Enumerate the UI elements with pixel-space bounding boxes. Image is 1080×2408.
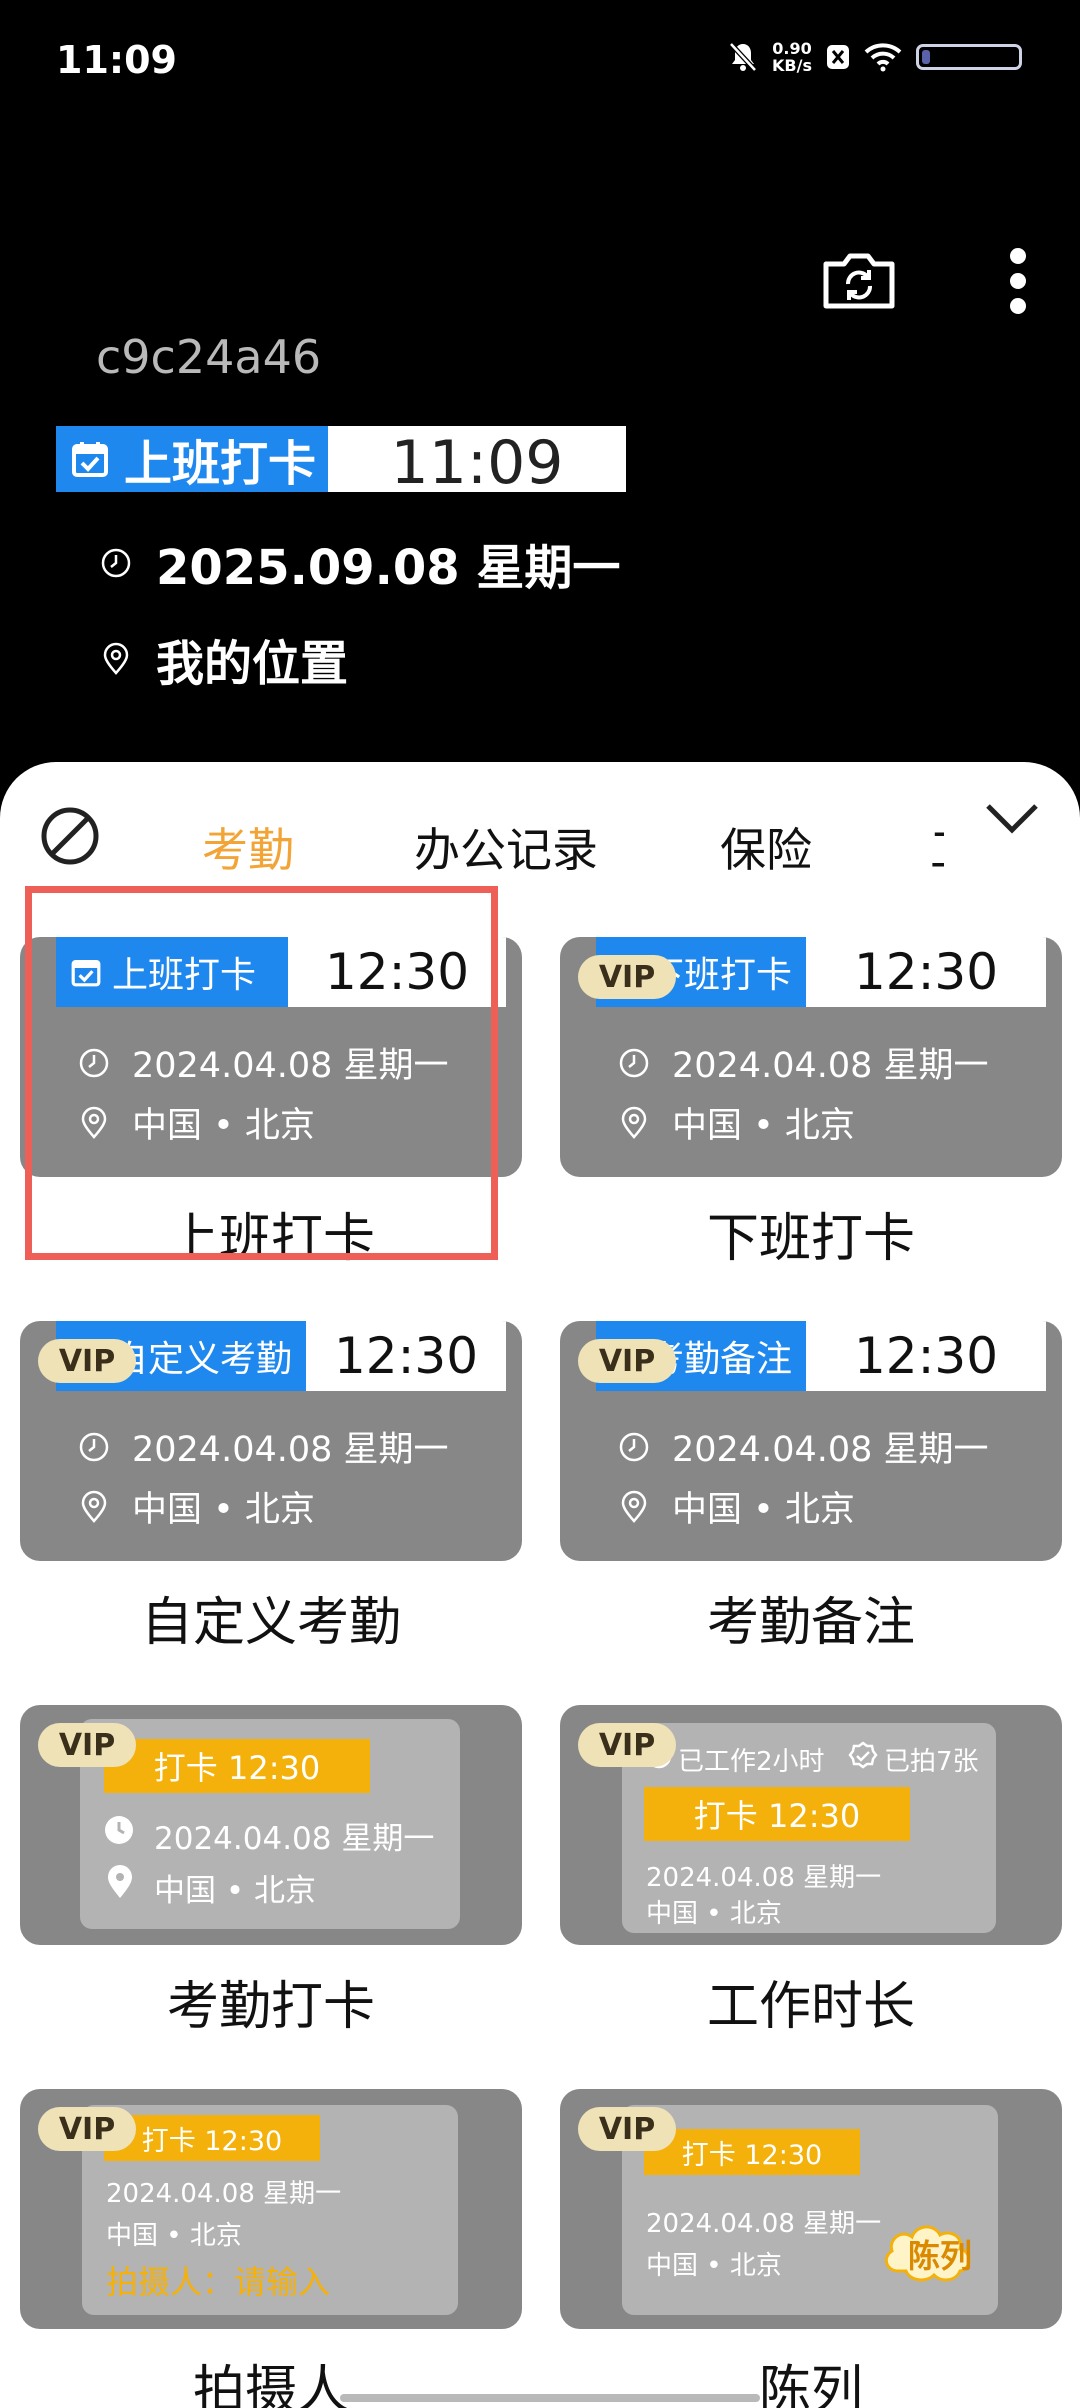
template-card-photographer[interactable]: VIP 打卡 12:30 2024.04.08 星期一 中国 • 北京 拍摄人：… [20,2089,522,2329]
watermark-date-row: 2025.09.08 星期一 [100,528,620,598]
chevron-down-icon[interactable] [984,798,1040,838]
vip-badge: VIP [578,1723,676,1767]
punch-bar: 打卡 12:30 [104,1739,370,1793]
template-caption-attendance-note: 考勤备注 [706,1593,915,1653]
status-time: 11:09 [56,38,177,82]
watermark-time: 11:09 [390,428,564,498]
clock-icon [101,548,131,578]
template-caption-custom-attendance: 自定义考勤 [140,1593,401,1653]
speed-value: 0.90 [772,39,812,58]
template-card-display[interactable]: VIP 打卡 12:30 2024.04.08 星期一 中国 • 北京 陈列 [560,2089,1062,2329]
photo-count: 已拍7张 [884,1747,979,1777]
clock-icon [619,1048,649,1077]
card-location-row: 中国 • 北京 [618,1097,855,1148]
punch-bar: 打卡 12:30 [644,1787,910,1841]
card-location: 中国 • 北京 [646,1899,782,1929]
tab-work[interactable]: 工 [930,814,944,880]
location-pin-icon [108,1865,132,1898]
network-speed: 0.90 KB/s [772,40,812,74]
location-pin-icon [103,642,129,675]
watermark-date: 2025.09.08 星期一 [156,540,621,596]
camera-top-actions [820,248,1028,314]
card-location: 中国 • 北京 [672,1106,855,1146]
card-location: 中国 • 北京 [106,2221,242,2251]
wifi-icon [864,43,902,72]
card-date: 2024.04.08 星期一 [646,1863,882,1893]
vip-badge: VIP [578,1339,676,1383]
card-date-row: 2024.04.08 星期一 [618,1037,989,1088]
template-card-custom-attendance[interactable]: VIP 自定义考勤 12:30 2024.04.08 星期一 中国 • 北京 [20,1321,522,1561]
bell-muted-icon [729,42,757,72]
tab-insurance[interactable]: 保险 [720,814,812,880]
card-date: 2024.04.08 星期一 [672,1046,989,1086]
card-date-row: 2024.04.08 星期一 [78,1421,449,1472]
tab-office-records[interactable]: 办公记录 [414,814,598,880]
template-card-attendance-note[interactable]: VIP 考勤备注 12:30 2024.04.08 星期一 中国 • 北京 [560,1321,1062,1561]
watermark-location-row: 我的位置 [100,624,348,694]
card-time: 12:30 [853,943,999,1001]
clock-icon [105,1816,133,1844]
card-date: 2024.04.08 星期一 [672,1430,989,1470]
card-date-row: 2024.04.08 星期一 [618,1421,989,1472]
worked-hours: 已工作2小时 [678,1747,825,1777]
location-pin-icon [621,1490,647,1523]
template-card-attendance-punch[interactable]: VIP 打卡 12:30 2024.04.08 星期一 中国 • 北京 [20,1705,522,1945]
clock-icon [619,1432,649,1461]
clock-icon [79,1432,109,1461]
calendar-check-icon [72,442,108,477]
card-location: 中国 • 北京 [132,1490,315,1530]
vip-badge: VIP [38,1723,136,1767]
card-time: 12:30 [333,1327,479,1385]
verified-badge-icon [848,1741,878,1769]
template-card-work-duration[interactable]: VIP 已工作2小时 已拍7张 打卡 12:30 2024.04.08 星期一 … [560,1705,1062,1945]
template-card-clock-out[interactable]: VIP 下班打卡 12:30 2024.04.08 星期一 中国 • 北京 [560,937,1062,1177]
location-pin-icon [621,1106,647,1139]
template-caption-clock-out: 下班打卡 [706,1209,915,1269]
card-date: 2024.04.08 星期一 [154,1821,435,1857]
more-menu-icon[interactable] [1008,248,1028,314]
selected-template-highlight [25,886,498,1260]
x-app-icon [827,45,849,69]
template-caption-attendance-punch: 考勤打卡 [166,1977,375,2037]
no-watermark-icon[interactable] [40,806,100,866]
camera-switch-icon[interactable] [820,250,898,312]
display-badge: 陈列 [908,2237,973,2275]
location-pin-icon [81,1490,107,1523]
device-id: c9c24a46 [96,330,322,384]
template-caption-work-duration: 工作时长 [706,1977,915,2037]
speed-unit: KB/s [772,56,812,75]
card-date: 2024.04.08 星期一 [132,1430,449,1470]
card-location-row: 中国 • 北京 [78,1481,315,1532]
card-time: 12:30 [853,1327,999,1385]
photographer-field: 拍摄人：请输入 [106,2263,331,2301]
battery-icon [916,44,1022,70]
status-icons: 0.90 KB/s [728,40,1022,74]
card-date: 2024.04.08 星期一 [646,2209,882,2239]
watermark-tag: 上班打卡 [56,426,328,492]
live-watermark-header[interactable]: 上班打卡 11:09 [56,426,626,498]
card-date: 2024.04.08 星期一 [106,2179,342,2209]
vip-badge: VIP [578,2107,676,2151]
tab-attendance[interactable]: 考勤 [202,814,294,880]
vip-badge: VIP [578,955,676,999]
card-location: 中国 • 北京 [154,1873,316,1909]
status-bar: 11:09 0.90 KB/s [0,0,1080,120]
card-location-row: 中国 • 北京 [618,1481,855,1532]
watermark-tag-label: 上班打卡 [124,436,317,492]
watermark-location: 我的位置 [156,636,349,692]
card-location: 中国 • 北京 [646,2251,782,2281]
card-location: 中国 • 北京 [672,1490,855,1530]
home-indicator[interactable] [340,2394,760,2402]
punch-bar: 打卡 12:30 [104,2115,320,2161]
card-tag-label: 自定义考勤 [111,1339,292,1380]
vip-badge: VIP [38,1339,136,1383]
punch-bar: 打卡 12:30 [644,2129,860,2175]
vip-badge: VIP [38,2107,136,2151]
